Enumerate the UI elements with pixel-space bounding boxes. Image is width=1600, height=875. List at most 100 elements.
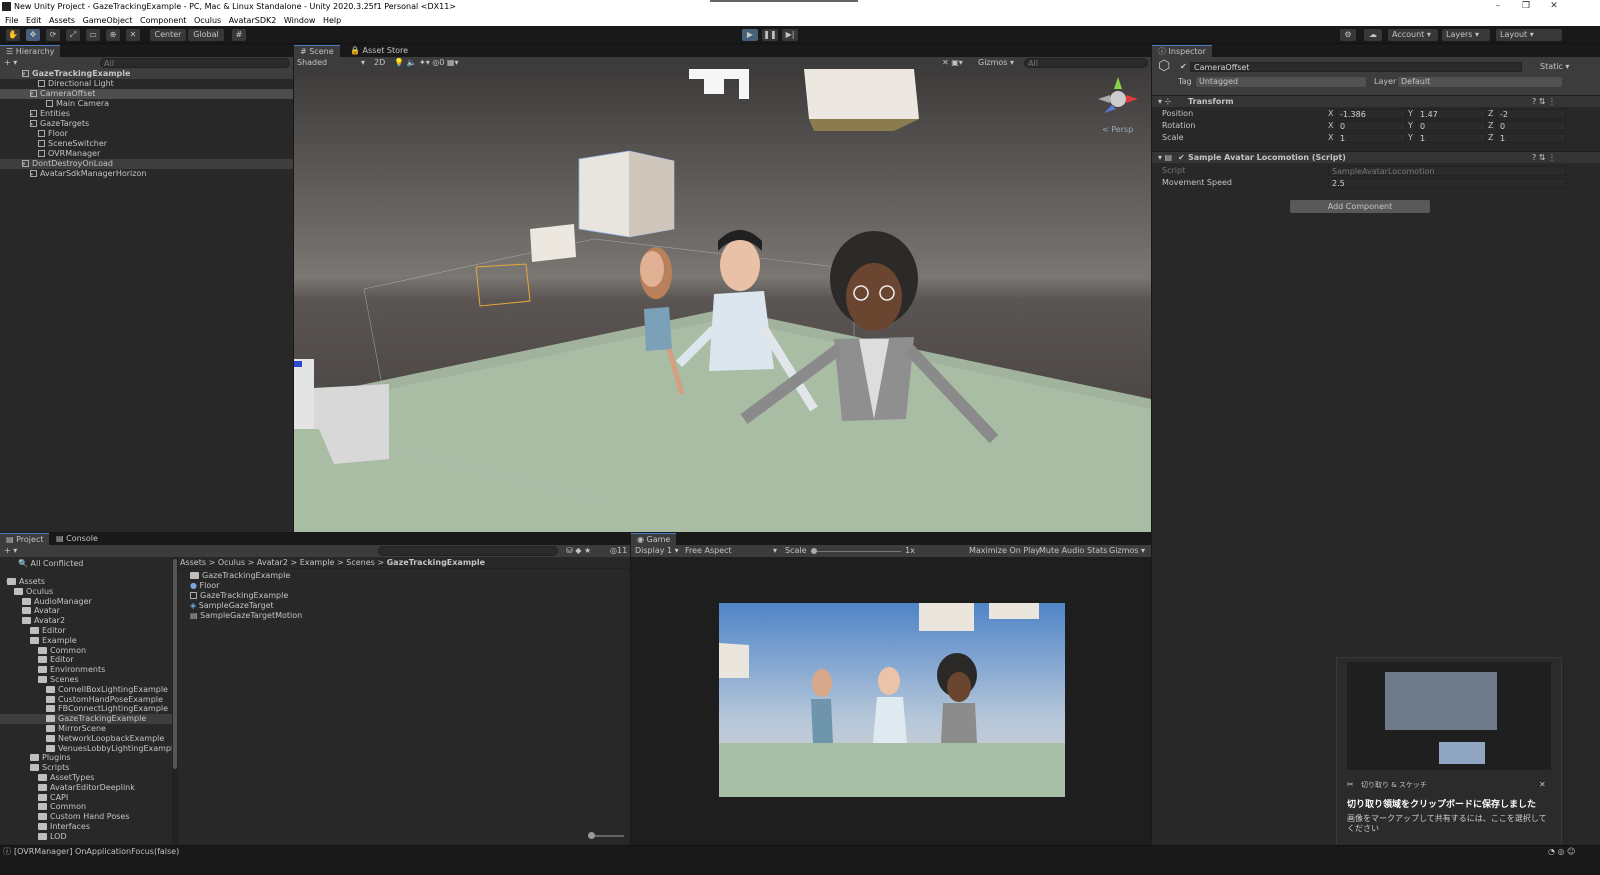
layout-dropdown[interactable]: Layout ▾ bbox=[1496, 29, 1562, 41]
expand-arrow-icon[interactable]: ▾ bbox=[0, 822, 42, 832]
layers-dropdown[interactable]: Layers ▾ bbox=[1442, 29, 1490, 41]
project-tree-item[interactable]: ▾ AudioManager bbox=[0, 597, 172, 607]
game-scale-slider[interactable] bbox=[811, 548, 901, 554]
hierarchy-item[interactable]: OVRManager bbox=[0, 149, 293, 159]
snip-notification[interactable]: ✂ 切り取り & スケッチ ✕ 切り取り領域をクリップボードに保存しました 画像… bbox=[1336, 657, 1562, 847]
tab-asset-store[interactable]: 🔒 Asset Store bbox=[344, 45, 414, 57]
hierarchy-item[interactable]: Floor bbox=[0, 129, 293, 139]
file-item[interactable]: ▤ SampleGazeTargetMotion bbox=[190, 611, 302, 621]
icon-size-slider[interactable] bbox=[588, 832, 624, 839]
project-search-input[interactable] bbox=[378, 546, 558, 556]
project-filter-icons[interactable]: ⛁ ◆ ★ bbox=[566, 546, 591, 556]
tag-dropdown[interactable]: Untagged bbox=[1196, 77, 1366, 87]
script-component-header[interactable]: ▾ ▤ ✔ Sample Avatar Locomotion (Script) … bbox=[1152, 151, 1600, 163]
breadcrumb-item[interactable]: Example bbox=[300, 558, 335, 567]
expand-arrow-icon[interactable]: ▾ bbox=[0, 616, 26, 626]
create-icon[interactable]: + ▾ bbox=[4, 58, 17, 68]
component-menu-icons[interactable]: ? ⇅ ⋮ bbox=[1532, 153, 1556, 163]
project-tree-item[interactable]: ▾ Plugins bbox=[0, 753, 172, 763]
expand-arrow-icon[interactable]: ▾ bbox=[0, 793, 42, 803]
expand-arrow-icon[interactable]: ▾ bbox=[0, 675, 42, 685]
project-create-icon[interactable]: + ▾ bbox=[4, 546, 17, 556]
scene-viewport[interactable]: < Persp bbox=[294, 69, 1151, 532]
scale-tool-icon[interactable]: ⤢ bbox=[66, 29, 80, 41]
project-tree-item[interactable]: ▾ Avatar2 bbox=[0, 616, 172, 626]
expand-arrow-icon[interactable]: ▾ bbox=[0, 753, 34, 763]
all-conflicted-filter[interactable]: 🔍 All Conflicted bbox=[18, 559, 83, 569]
expand-arrow-icon[interactable]: ▸ bbox=[0, 685, 50, 695]
hierarchy-item-selected[interactable]: ▾ CameraOffset bbox=[0, 89, 293, 99]
tree-scrollbar[interactable] bbox=[172, 557, 178, 845]
movement-speed-field[interactable]: 2.5 bbox=[1328, 178, 1566, 188]
hierarchy-item[interactable]: Directional Light bbox=[0, 79, 293, 89]
project-tree-item[interactable]: ▸ GazeTrackingExample bbox=[0, 714, 172, 725]
rotation-z-field[interactable]: 0 bbox=[1496, 121, 1566, 131]
project-tree-item[interactable]: ▾ Environments bbox=[0, 665, 172, 675]
project-tree-item[interactable]: ▾ AssetTypes bbox=[0, 773, 172, 783]
cloud-icon[interactable]: ☁ bbox=[1364, 29, 1382, 41]
account-dropdown[interactable]: Account ▾ bbox=[1388, 29, 1438, 41]
transform-tool-icon[interactable]: ⊕ bbox=[106, 29, 120, 41]
position-x-field[interactable]: -1.386 bbox=[1336, 109, 1406, 119]
project-tree-item[interactable]: ▸ FBConnectLightingExample bbox=[0, 704, 172, 714]
project-tree-item[interactable]: ▾ Editor bbox=[0, 626, 172, 636]
rotation-x-field[interactable]: 0 bbox=[1336, 121, 1406, 131]
menu-file[interactable]: File bbox=[0, 14, 18, 25]
menu-component[interactable]: Component bbox=[135, 14, 186, 25]
scene-search-input[interactable]: All bbox=[1024, 58, 1148, 68]
pivot-global-button[interactable]: Global bbox=[188, 29, 224, 41]
breadcrumb-item[interactable]: Avatar2 bbox=[257, 558, 288, 567]
component-menu-icons[interactable]: ? ⇅ ⋮ bbox=[1532, 97, 1556, 107]
expand-arrow-icon[interactable]: ▸ bbox=[0, 744, 50, 754]
project-tree-item[interactable]: ▾ Assets bbox=[0, 577, 172, 587]
pivot-center-button[interactable]: Center bbox=[150, 29, 186, 41]
project-tree-item[interactable]: ▾ Avatar bbox=[0, 606, 172, 616]
shading-dropdown[interactable]: Shaded ▾ bbox=[297, 58, 367, 68]
project-tree-item[interactable]: ▸ CustomHandPoseExample bbox=[0, 695, 172, 705]
menu-avatarsdk2[interactable]: AvatarSDK2 bbox=[224, 14, 277, 25]
layer-dropdown[interactable]: Default bbox=[1398, 77, 1562, 87]
expand-arrow-icon[interactable]: ▸ bbox=[0, 695, 50, 705]
notification-close-icon[interactable]: ✕ bbox=[1539, 780, 1546, 790]
project-tree-item[interactable]: ▾ Oculus bbox=[0, 587, 172, 597]
expand-arrow-icon[interactable]: ▸ bbox=[0, 724, 50, 734]
hierarchy-scene-row[interactable]: ▾ DontDestroyOnLoad bbox=[0, 159, 293, 169]
scale-x-field[interactable]: 1 bbox=[1336, 133, 1406, 143]
stats-toggle[interactable]: Stats bbox=[1087, 546, 1107, 556]
expand-arrow-icon[interactable]: ▾ bbox=[0, 763, 34, 773]
expand-arrow-icon[interactable]: ▾ bbox=[0, 783, 42, 793]
project-tree-item[interactable]: ▾ LOD bbox=[0, 832, 172, 842]
script-enabled-checkbox[interactable]: ✔ bbox=[1178, 153, 1185, 163]
project-tree-item[interactable]: ▾ Common bbox=[0, 646, 172, 656]
transform-header[interactable]: ▾ ⊹ Transform ? ⇅ ⋮ bbox=[1152, 95, 1600, 107]
expand-arrow-icon[interactable]: ▾ bbox=[0, 832, 42, 842]
play-icon[interactable]: ▶ bbox=[742, 29, 758, 41]
project-tree-item[interactable]: ▸ VenuesLobbyLightingExample bbox=[0, 744, 172, 754]
minimize-icon[interactable]: – bbox=[1484, 1, 1512, 13]
breadcrumb-text[interactable]: Assets > Oculus > Avatar2 > Example > Sc… bbox=[180, 558, 485, 568]
tab-console[interactable]: ▤ Console bbox=[50, 533, 104, 545]
project-tree-item[interactable]: ▾ CAPI bbox=[0, 793, 172, 803]
close-icon[interactable]: ✕ bbox=[1540, 1, 1568, 13]
grid-snap-icon[interactable]: # bbox=[232, 29, 246, 41]
tab-game[interactable]: ◉ Game bbox=[631, 533, 677, 545]
display-dropdown[interactable]: Display 1 ▾ bbox=[635, 546, 679, 556]
add-component-button[interactable]: Add Component bbox=[1290, 200, 1430, 213]
hierarchy-item[interactable]: ▸ AvatarSdkManagerHorizon bbox=[0, 169, 293, 179]
tools-icon[interactable]: ✕ ▣▾ bbox=[942, 58, 963, 68]
tab-hierarchy[interactable]: ☰ Hierarchy bbox=[0, 45, 61, 57]
breadcrumb-item[interactable]: Oculus bbox=[218, 558, 245, 567]
step-icon[interactable]: ▶| bbox=[782, 29, 798, 41]
status-icons[interactable]: ◔ ◎ ☺ bbox=[1548, 847, 1575, 857]
maximize-on-play-toggle[interactable]: Maximize On Play bbox=[969, 546, 1040, 556]
scene-overlay-icons[interactable]: 💡 🔈 ✦▾ ◎0 ▦▾ bbox=[394, 58, 458, 68]
rotate-tool-icon[interactable]: ⟳ bbox=[46, 29, 60, 41]
expand-arrow-icon[interactable]: ▾ bbox=[0, 802, 42, 812]
expand-arrow-icon[interactable]: ▾ bbox=[0, 626, 34, 636]
move-tool-icon[interactable]: ✥ bbox=[26, 29, 40, 41]
status-message[interactable]: [OVRManager] OnApplicationFocus(false) bbox=[14, 847, 179, 857]
project-tree-item[interactable]: ▸ NetworkLoopbackExample bbox=[0, 734, 172, 744]
expand-arrow-icon[interactable]: ▾ bbox=[0, 655, 42, 665]
persp-label[interactable]: < Persp bbox=[1102, 125, 1133, 135]
custom-tool-icon[interactable]: ✕ bbox=[126, 29, 140, 41]
